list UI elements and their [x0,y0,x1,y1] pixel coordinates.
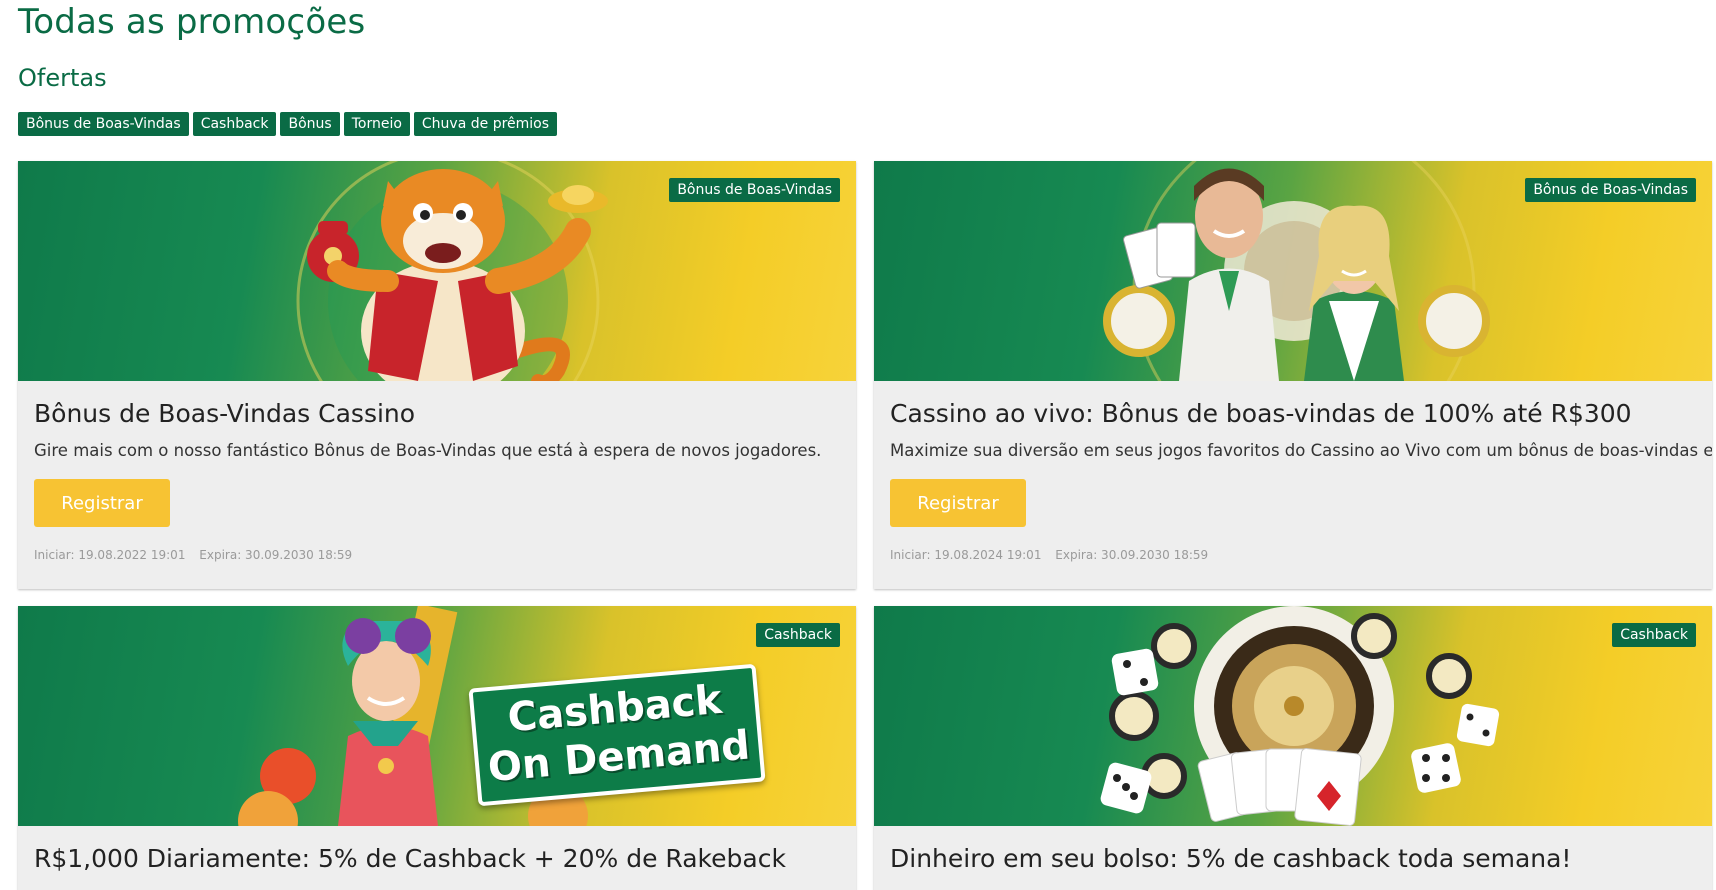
filter-chip-welcome-bonus[interactable]: Bônus de Boas-Vindas [18,112,189,136]
promo-card[interactable]: Cashback Dinheiro em seu bolso: 5% de ca… [874,606,1712,890]
filter-chip-prize-rain[interactable]: Chuva de prêmios [413,112,558,136]
promo-banner-image: Cashback On Demand Cashback [18,606,856,826]
promo-banner-image: Bônus de Boas-Vindas [874,161,1712,381]
promo-dates: Iniciar: 19.08.2024 19:01 Expira: 30.09.… [890,548,1208,562]
register-button[interactable]: Registrar [34,479,170,527]
cashback-sign: Cashback On Demand [468,663,766,807]
promo-description: Maximize sua diversão em seus jogos favo… [890,441,1712,460]
promo-banner-image: Cashback [874,606,1712,826]
filter-chip-cashback[interactable]: Cashback [192,112,277,136]
promo-expiry-date: Expira: 30.09.2030 18:59 [199,548,353,562]
filter-chips: Bônus de Boas-Vindas Cashback Bônus Torn… [18,112,558,136]
roulette-dice-chips-icon [1100,606,1500,826]
page-title: Todas as promoções [18,2,366,42]
promo-title: Dinheiro em seu bolso: 5% de cashback to… [890,844,1572,873]
promo-card[interactable]: Cashback On Demand Cashback R$1,000 Diar… [18,606,856,890]
filter-chip-bonus[interactable]: Bônus [280,112,340,136]
promo-category-badge: Cashback [756,623,840,647]
promo-start-date: Iniciar: 19.08.2024 19:01 [890,548,1042,562]
promo-start-date: Iniciar: 19.08.2022 19:01 [34,548,186,562]
register-button[interactable]: Registrar [890,479,1026,527]
promo-title: R$1,000 Diariamente: 5% de Cashback + 20… [34,844,786,873]
promo-title: Bônus de Boas-Vindas Cassino [34,399,416,428]
promotions-page: Todas as promoções Ofertas Bônus de Boas… [0,0,1716,890]
promo-card[interactable]: Bônus de Boas-Vindas Cassino ao vivo: Bô… [874,161,1712,589]
promo-banner-image: Bônus de Boas-Vindas [18,161,856,381]
promo-card[interactable]: Bônus de Boas-Vindas Bônus de Boas-Vinda… [18,161,856,589]
promo-expiry-date: Expira: 30.09.2030 18:59 [1055,548,1209,562]
promo-title: Cassino ao vivo: Bônus de boas-vindas de… [890,399,1632,428]
promo-category-badge: Bônus de Boas-Vindas [1525,178,1696,202]
promo-description: Gire mais com o nosso fantástico Bônus d… [34,441,822,460]
promo-category-badge: Cashback [1612,623,1696,647]
filter-chip-tournament[interactable]: Torneio [343,112,410,136]
section-title: Ofertas [18,64,107,92]
promo-category-badge: Bônus de Boas-Vindas [669,178,840,202]
promo-dates: Iniciar: 19.08.2022 19:01 Expira: 30.09.… [34,548,352,562]
